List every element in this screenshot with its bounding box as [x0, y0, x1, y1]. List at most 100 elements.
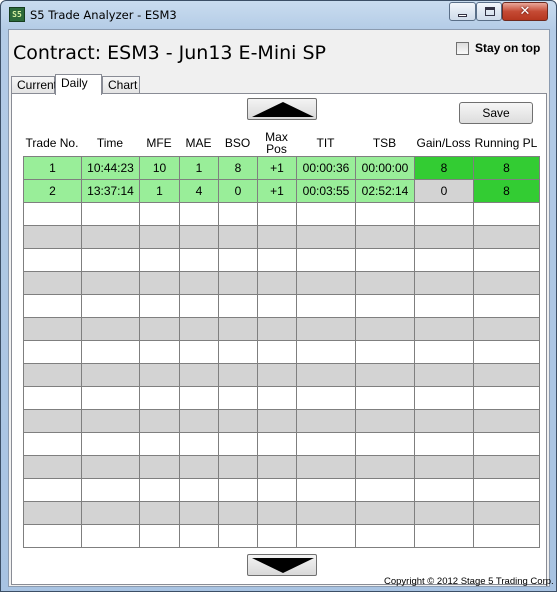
empty-cell[interactable]: [355, 455, 415, 479]
cell-running-pl[interactable]: 8: [473, 156, 540, 180]
empty-cell[interactable]: [179, 294, 219, 318]
empty-cell[interactable]: [473, 317, 540, 341]
empty-cell[interactable]: [414, 386, 474, 410]
empty-cell[interactable]: [23, 271, 82, 295]
empty-cell[interactable]: [218, 455, 258, 479]
cell-tsb[interactable]: 00:00:00: [355, 156, 415, 180]
cell-bso[interactable]: 0: [218, 179, 258, 203]
empty-cell[interactable]: [139, 478, 180, 502]
empty-cell[interactable]: [355, 386, 415, 410]
empty-cell[interactable]: [218, 386, 258, 410]
empty-cell[interactable]: [81, 317, 140, 341]
empty-cell[interactable]: [179, 409, 219, 433]
empty-cell[interactable]: [414, 501, 474, 525]
cell-gain-loss[interactable]: 8: [414, 156, 474, 180]
table-row[interactable]: 1 10:44:23 10 1 8 +1 00:00:36 00:00:00 8…: [23, 156, 540, 180]
empty-cell[interactable]: [296, 409, 356, 433]
empty-cell[interactable]: [179, 225, 219, 249]
empty-cell[interactable]: [355, 248, 415, 272]
empty-cell[interactable]: [355, 432, 415, 456]
empty-cell[interactable]: [179, 340, 219, 364]
empty-cell[interactable]: [218, 478, 258, 502]
empty-cell[interactable]: [257, 524, 297, 548]
empty-cell[interactable]: [81, 340, 140, 364]
empty-cell[interactable]: [257, 294, 297, 318]
empty-cell[interactable]: [139, 409, 180, 433]
empty-cell[interactable]: [355, 340, 415, 364]
empty-cell[interactable]: [81, 501, 140, 525]
empty-cell[interactable]: [23, 386, 82, 410]
empty-cell[interactable]: [218, 363, 258, 387]
empty-cell[interactable]: [23, 409, 82, 433]
empty-cell[interactable]: [179, 317, 219, 341]
empty-table-row[interactable]: [23, 524, 540, 548]
empty-table-row[interactable]: [23, 225, 540, 249]
minimize-button[interactable]: [449, 2, 476, 21]
empty-cell[interactable]: [414, 294, 474, 318]
empty-cell[interactable]: [179, 432, 219, 456]
empty-cell[interactable]: [81, 524, 140, 548]
empty-cell[interactable]: [23, 501, 82, 525]
empty-cell[interactable]: [296, 225, 356, 249]
empty-cell[interactable]: [139, 455, 180, 479]
maximize-button[interactable]: [476, 2, 502, 21]
scroll-up-button[interactable]: [247, 98, 317, 120]
empty-table-row[interactable]: [23, 271, 540, 295]
empty-cell[interactable]: [414, 363, 474, 387]
empty-cell[interactable]: [257, 386, 297, 410]
empty-cell[interactable]: [414, 524, 474, 548]
empty-cell[interactable]: [414, 271, 474, 295]
empty-cell[interactable]: [296, 271, 356, 295]
empty-cell[interactable]: [355, 363, 415, 387]
empty-cell[interactable]: [139, 248, 180, 272]
empty-cell[interactable]: [257, 202, 297, 226]
empty-cell[interactable]: [473, 501, 540, 525]
empty-cell[interactable]: [257, 317, 297, 341]
empty-table-row[interactable]: [23, 478, 540, 502]
col-header-trade-no[interactable]: Trade No.: [23, 130, 81, 156]
empty-cell[interactable]: [414, 409, 474, 433]
empty-cell[interactable]: [23, 248, 82, 272]
empty-cell[interactable]: [179, 363, 219, 387]
empty-cell[interactable]: [257, 340, 297, 364]
empty-cell[interactable]: [179, 248, 219, 272]
empty-cell[interactable]: [473, 524, 540, 548]
col-header-mfe[interactable]: MFE: [139, 130, 179, 156]
empty-cell[interactable]: [81, 432, 140, 456]
empty-cell[interactable]: [355, 409, 415, 433]
cell-gain-loss[interactable]: 0: [414, 179, 474, 203]
empty-cell[interactable]: [296, 317, 356, 341]
tab-chart[interactable]: Chart: [102, 76, 140, 94]
cell-tit[interactable]: 00:03:55: [296, 179, 356, 203]
empty-cell[interactable]: [473, 432, 540, 456]
empty-cell[interactable]: [139, 363, 180, 387]
empty-cell[interactable]: [218, 317, 258, 341]
empty-cell[interactable]: [414, 225, 474, 249]
empty-table-row[interactable]: [23, 501, 540, 525]
empty-cell[interactable]: [23, 317, 82, 341]
empty-cell[interactable]: [257, 478, 297, 502]
cell-mfe[interactable]: 10: [139, 156, 180, 180]
empty-cell[interactable]: [139, 294, 180, 318]
empty-cell[interactable]: [81, 225, 140, 249]
empty-table-row[interactable]: [23, 409, 540, 433]
empty-cell[interactable]: [473, 409, 540, 433]
col-header-bso[interactable]: BSO: [218, 130, 257, 156]
empty-cell[interactable]: [81, 202, 140, 226]
empty-cell[interactable]: [257, 432, 297, 456]
empty-cell[interactable]: [23, 524, 82, 548]
empty-cell[interactable]: [81, 386, 140, 410]
empty-cell[interactable]: [414, 478, 474, 502]
empty-cell[interactable]: [296, 340, 356, 364]
empty-cell[interactable]: [179, 478, 219, 502]
empty-cell[interactable]: [257, 455, 297, 479]
empty-cell[interactable]: [473, 363, 540, 387]
cell-mfe[interactable]: 1: [139, 179, 180, 203]
cell-max-pos[interactable]: +1: [257, 156, 297, 180]
empty-cell[interactable]: [81, 455, 140, 479]
empty-cell[interactable]: [355, 294, 415, 318]
cell-mae[interactable]: 4: [179, 179, 219, 203]
empty-cell[interactable]: [218, 524, 258, 548]
empty-cell[interactable]: [218, 294, 258, 318]
empty-cell[interactable]: [257, 501, 297, 525]
